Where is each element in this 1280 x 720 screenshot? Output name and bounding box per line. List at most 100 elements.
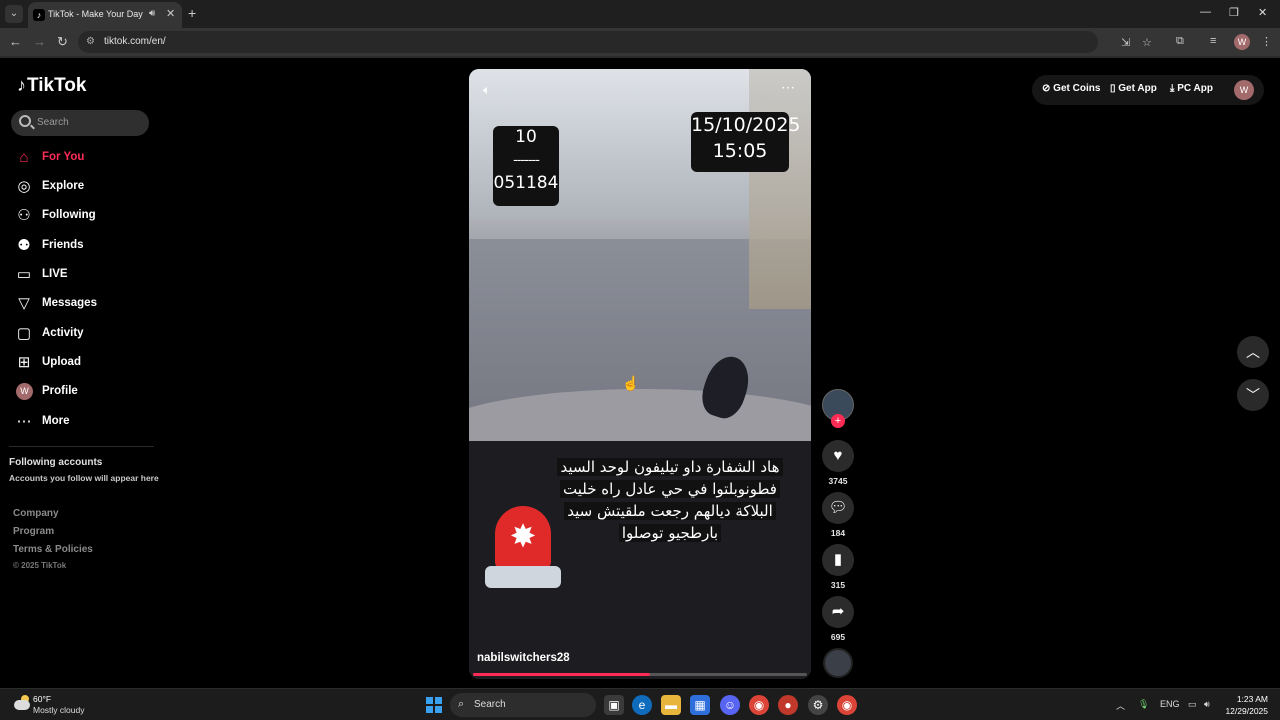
pc-app-button[interactable]: ⤓ PC App: [1170, 83, 1213, 94]
browser-tab[interactable]: ♪ TikTok - Make Your Day 🔊︎ ✕: [28, 2, 182, 28]
bookmark-star-icon[interactable]: ☆: [1142, 36, 1152, 49]
browser-profile-avatar[interactable]: W: [1234, 34, 1250, 50]
store-icon[interactable]: ▦: [690, 695, 710, 715]
sidebar-item-profile[interactable]: W Profile: [14, 380, 154, 404]
caption-line: فطونوبلتوا في حي عادل راه خليت: [560, 480, 780, 498]
avatar[interactable]: W: [1234, 80, 1254, 100]
minimize-icon[interactable]: —: [1200, 6, 1211, 18]
following-icon: ⚇: [17, 207, 31, 224]
heart-icon: ♥: [833, 447, 843, 464]
coin-icon: ⊘: [1042, 83, 1054, 94]
media-control-icon[interactable]: ≡: [1210, 35, 1216, 47]
edge-icon[interactable]: e: [632, 695, 652, 715]
video-author[interactable]: nabilswitchers28: [477, 652, 570, 664]
chrome-profile-icon[interactable]: ◉: [837, 695, 857, 715]
chrome-icon[interactable]: ◉: [749, 695, 769, 715]
caption-line: البلاكة ديالهم رجعت ملقيتش سيد: [564, 502, 776, 520]
volume-icon[interactable]: 🔈︎: [483, 82, 491, 98]
network-icon[interactable]: ▭: [1188, 699, 1197, 710]
microphone-icon[interactable]: 🎙︎: [1138, 699, 1149, 710]
share-icon: ➦: [831, 603, 845, 620]
upload-icon: ⊞: [17, 354, 31, 371]
like-count: 3745: [828, 476, 848, 486]
save-count: 315: [830, 580, 846, 590]
sidebar-item-label: LIVE: [42, 268, 68, 280]
browser-menu-icon[interactable]: ⋮: [1261, 35, 1272, 48]
sidebar-item-label: More: [42, 415, 70, 427]
sidebar-item-friends[interactable]: ⚉ Friends: [14, 234, 154, 258]
file-explorer-icon[interactable]: ▬: [661, 695, 681, 715]
settings-app-icon[interactable]: ⚙: [808, 695, 828, 715]
sidebar-item-label: Activity: [42, 327, 84, 339]
discord-icon[interactable]: ☺: [720, 695, 740, 715]
compass-icon: ◎: [17, 178, 31, 195]
siren-emoji-icon: ✸: [485, 506, 561, 591]
taskbar-search[interactable]: ⌕ Search: [450, 693, 596, 717]
tab-search-button[interactable]: ⌄: [5, 5, 23, 23]
speaker-icon[interactable]: 🔊︎: [149, 8, 155, 19]
sidebar-item-live[interactable]: ▭ LIVE: [14, 263, 154, 287]
volume-tray-icon[interactable]: 🔊︎: [1204, 699, 1210, 710]
share-button[interactable]: ➦: [822, 596, 854, 628]
sidebar-item-more[interactable]: ⋯ More: [14, 410, 154, 434]
music-disc-avatar[interactable]: [823, 648, 853, 678]
sidebar-item-upload[interactable]: ⊞ Upload: [14, 351, 154, 375]
language-indicator[interactable]: ENG: [1160, 699, 1180, 709]
video-player[interactable]: 🔈︎ ⋯ 10 ------- 051184 15/10/2025 15:05 …: [469, 69, 811, 679]
comment-count: 184: [830, 528, 846, 538]
maximize-icon[interactable]: ❐: [1229, 6, 1239, 19]
overlay-date: 15/10/2025: [691, 114, 801, 136]
share-count: 695: [830, 632, 846, 642]
windows-start-icon[interactable]: [426, 697, 442, 713]
sidebar-item-following[interactable]: ⚇ Following: [14, 204, 154, 228]
new-tab-button[interactable]: +: [188, 5, 196, 21]
footer-link-terms[interactable]: Terms & Policies: [13, 544, 93, 555]
reload-icon[interactable]: ↻: [57, 34, 68, 50]
weather-icon[interactable]: [12, 694, 32, 712]
clock-time[interactable]: 1:23 AM: [1228, 694, 1268, 704]
tiktok-logo[interactable]: ♪TikTok: [17, 75, 86, 97]
more-options-icon[interactable]: ⋯: [781, 79, 795, 96]
windows-taskbar: 60°F Mostly cloudy ⌕ Search ▣ e ▬ ▦ ☺ ◉ …: [0, 688, 1280, 720]
caption-line: هاد الشفارة داو تيليفون لوحد السيد: [557, 458, 783, 476]
header-actions: ⊘ Get Coins ▯ Get App ⤓ PC App W: [1032, 75, 1264, 105]
like-button[interactable]: ♥: [822, 440, 854, 472]
hand-cursor-icon: ☝: [622, 375, 640, 391]
sidebar-item-messages[interactable]: ▽ Messages: [14, 292, 154, 316]
save-button[interactable]: ▮: [822, 544, 854, 576]
search-input[interactable]: Search: [11, 110, 149, 136]
install-app-icon[interactable]: ⇲: [1121, 36, 1130, 49]
close-tab-icon[interactable]: ✕: [166, 7, 175, 20]
weather-condition[interactable]: Mostly cloudy: [33, 705, 85, 715]
get-coins-button[interactable]: ⊘ Get Coins: [1042, 83, 1100, 94]
sidebar-item-label: Friends: [42, 239, 84, 251]
microphone-app-icon[interactable]: ●: [778, 695, 798, 715]
follow-plus-icon[interactable]: +: [831, 414, 845, 428]
footer-link-company[interactable]: Company: [13, 508, 59, 519]
site-info-icon[interactable]: ⚙: [86, 36, 95, 47]
video-progress-bar[interactable]: [473, 673, 807, 676]
url-text[interactable]: tiktok.com/en/: [104, 36, 166, 47]
get-app-button[interactable]: ▯ Get App: [1110, 83, 1157, 94]
previous-video-button[interactable]: ︿: [1237, 336, 1269, 368]
tray-overflow-icon[interactable]: ︿: [1116, 699, 1125, 712]
footer-link-program[interactable]: Program: [13, 526, 54, 537]
extensions-icon[interactable]: ⧉: [1176, 35, 1184, 48]
tiktok-note-icon: ♪: [17, 75, 26, 95]
sidebar-item-label: Following: [42, 209, 96, 221]
next-video-button[interactable]: ﹀: [1237, 379, 1269, 411]
omnibox[interactable]: ⚙ tiktok.com/en/ ⇲ ☆: [78, 31, 1152, 53]
comment-button[interactable]: 💬︎: [822, 492, 854, 524]
back-icon[interactable]: ←: [9, 34, 22, 49]
sidebar-item-activity[interactable]: ▢ Activity: [14, 322, 154, 346]
sidebar-item-explore[interactable]: ◎ Explore: [14, 175, 154, 199]
window-close-icon[interactable]: ✕: [1258, 6, 1267, 19]
following-accounts-title: Following accounts: [9, 457, 103, 468]
task-view-icon[interactable]: ▣: [604, 695, 624, 715]
forward-icon[interactable]: →: [33, 34, 46, 49]
weather-temperature[interactable]: 60°F: [33, 694, 51, 704]
overlay-time: 15:05: [712, 140, 768, 162]
sidebar-item-for-you[interactable]: ⌂ For You: [14, 146, 154, 170]
siren-base: [485, 566, 561, 588]
clock-date[interactable]: 12/29/2025: [1220, 706, 1268, 716]
